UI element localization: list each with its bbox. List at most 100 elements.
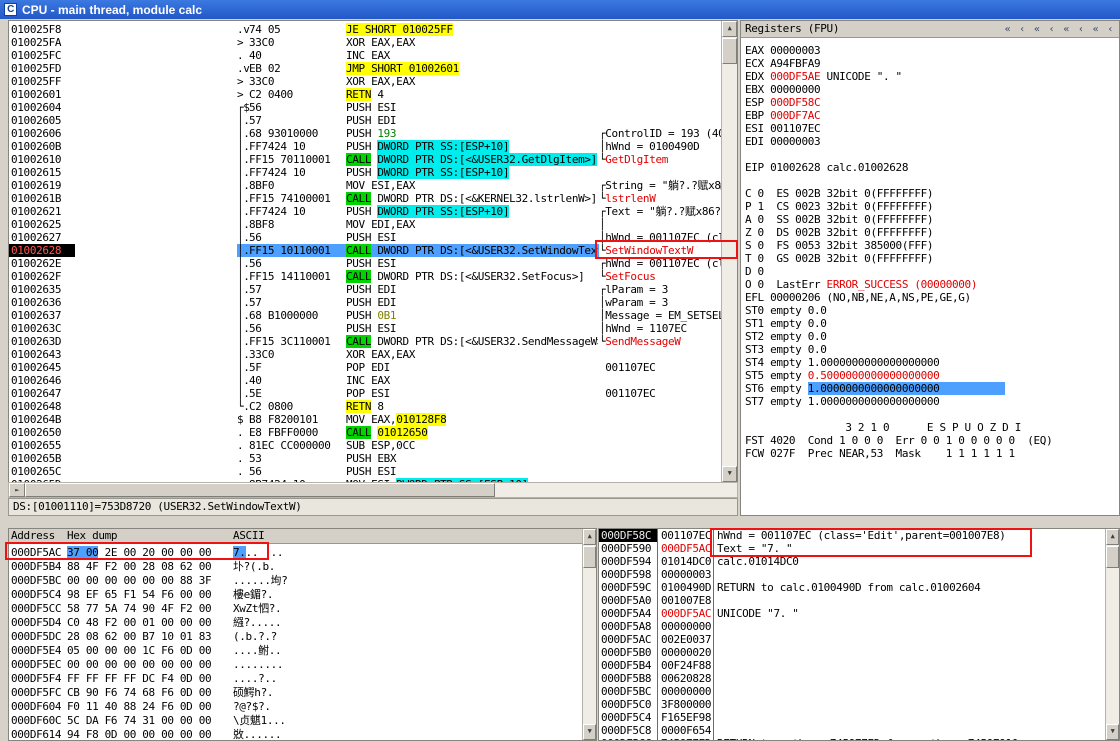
scroll-thumb[interactable] <box>722 38 737 64</box>
disasm-row[interactable]: 01002619 │. 8BF0 MOV ESI,EAX ┌String = "躺?.?… <box>9 179 721 192</box>
disasm-row[interactable]: 01002625 │. 8BF8 MOV EDI,EAX │ <box>9 218 721 231</box>
dump-row[interactable]: 000DF5CC 58 77 5A 74 90 4F F2 00 XwZt怬?. <box>9 602 582 616</box>
dump-row[interactable]: 000DF614 94 F8 0D 00 00 00 00 00 敚...... <box>9 728 582 740</box>
dump-row[interactable]: 000DF5BC 00 00 00 00 00 00 88 3F ......坸? <box>9 574 582 588</box>
scroll-down-button[interactable]: ▼ <box>583 724 596 740</box>
disasm-row[interactable]: 0100265C. 56 PUSH ESI <box>9 465 721 478</box>
stack-row[interactable]: 000DF5AC 002E0037 <box>599 633 1105 646</box>
register-row[interactable]: ST0 empty 0.0 <box>745 304 1117 317</box>
register-row[interactable]: FCW 027F Prec NEAR,53 Mask 1 1 1 1 1 1 <box>745 447 1117 460</box>
stack-row[interactable]: 000DF5B8 00620828 <box>599 672 1105 685</box>
register-row[interactable]: ESP 000DF58C <box>745 96 1117 109</box>
window-titlebar[interactable]: C CPU - main thread, module calc <box>0 0 1120 19</box>
disasm-row[interactable]: 010025FA >33C0 XOR EAX,EAX <box>9 36 721 49</box>
dump-row[interactable]: 000DF604 F0 11 40 88 24 F6 0D 00 ?@?$?. <box>9 700 582 714</box>
register-row[interactable]: D 0 <box>745 265 1117 278</box>
dump-row[interactable]: 000DF5F4 FF FF FF FF DC F4 0D 00....?.. <box>9 672 582 686</box>
stack-row[interactable]: 000DF590 000DF5AC Text = "7. " <box>599 542 1105 555</box>
dump-row[interactable]: 000DF5E4 05 00 00 00 1C F6 0D 00 ....鲋.. <box>9 644 582 658</box>
stack-row[interactable]: 000DF5BC 00000000 <box>599 685 1105 698</box>
disasm-row[interactable]: 01002645 │. 5F POP EDI 001107EC <box>9 361 721 374</box>
register-row[interactable]: 3 2 1 0 E S P U O Z D I <box>745 421 1117 434</box>
disasm-row[interactable]: 01002637 │. 68 B1000000 PUSH 0B1 │Message = … <box>9 309 721 322</box>
dump-vscrollbar[interactable]: ▲ ▼ <box>582 529 596 740</box>
register-row[interactable]: FST 4020 Cond 1 0 0 0 Err 0 0 1 0 0 0 0 … <box>745 434 1117 447</box>
stack-row[interactable]: 000DF5A4 000DF5AC UNICODE "7. " <box>599 607 1105 620</box>
dump-row[interactable]: 000DF5B4 88 4F F2 00 28 08 62 00 圤?(.b. <box>9 560 582 574</box>
disasm-row[interactable]: 010025FC. 40 INC EAX <box>9 49 721 62</box>
register-row[interactable] <box>745 148 1117 161</box>
disasm-row[interactable]: 010025FF >33C0 XOR EAX,EAX <box>9 75 721 88</box>
register-row[interactable]: C 0 ES 002B 32bit 0(FFFFFFFF) <box>745 187 1117 200</box>
scroll-right-button[interactable]: ► <box>9 483 25 497</box>
scroll-up-button[interactable]: ▲ <box>583 529 596 545</box>
scroll-thumb[interactable] <box>25 483 495 497</box>
disasm-row[interactable]: 01002628 │. FF15 10110001 CALL DWORD PTR DS… <box>9 244 721 257</box>
scroll-down-button[interactable]: ▼ <box>1106 724 1119 740</box>
disasm-row[interactable]: 0100261B │. FF15 74100001 CALL DWORD PTR DS… <box>9 192 721 205</box>
register-row[interactable]: ST7 empty 1.0000000000000000000 <box>745 395 1117 408</box>
disasm-vscrollbar[interactable]: ▲ ▼ <box>721 21 737 482</box>
disasm-hscrollbar[interactable]: ◄ ► <box>8 482 738 498</box>
disasm-row[interactable]: 01002604 ┌$ 56 PUSH ESI <box>9 101 721 114</box>
register-row[interactable]: ECX A94FBFA9 <box>745 57 1117 70</box>
register-row[interactable] <box>745 408 1117 421</box>
disasm-row[interactable]: 01002636 │. 57 PUSH EDI │wParam = 3 <box>9 296 721 309</box>
scroll-thumb[interactable] <box>583 546 596 568</box>
register-row[interactable]: S 0 FS 0053 32bit 385000(FFF) <box>745 239 1117 252</box>
register-row[interactable] <box>745 174 1117 187</box>
disasm-row[interactable]: 0100262E │. 56 PUSH ESI ┌hWnd = 001107EC (cl… <box>9 257 721 270</box>
disasm-row[interactable]: 01002605 │. 57 PUSH EDI <box>9 114 721 127</box>
disasm-row[interactable]: 01002635 │. 57 PUSH EDI ┌lParam = 3 <box>9 283 721 296</box>
register-row[interactable]: EFL 00000206 (NO,NB,NE,A,NS,PE,GE,G) <box>745 291 1117 304</box>
register-row[interactable]: T 0 GS 002B 32bit 0(FFFFFFFF) <box>745 252 1117 265</box>
dump-row[interactable]: 000DF5EC 00 00 00 00 00 00 00 00........ <box>9 658 582 672</box>
register-row[interactable]: EBX 00000000 <box>745 83 1117 96</box>
stack-row[interactable]: 000DF5CC 745977ED RETURN to uxtheme.745977… <box>599 737 1105 740</box>
register-row[interactable]: ST5 empty 0.5000000000000000000 <box>745 369 1117 382</box>
register-row[interactable]: O 0 LastErr ERROR_SUCCESS (00000000) <box>745 278 1117 291</box>
dump-row[interactable]: 000DF5D4 C0 48 F2 00 01 00 00 00 繦?..... <box>9 616 582 630</box>
register-row[interactable]: ST3 empty 0.0 <box>745 343 1117 356</box>
stack-row[interactable]: 000DF598 00000003 <box>599 568 1105 581</box>
disasm-row[interactable]: 01002627 │. 56 PUSH ESI │hWnd = 001107EC (cl… <box>9 231 721 244</box>
register-row[interactable]: ST2 empty 0.0 <box>745 330 1117 343</box>
disasm-row[interactable]: 0100263D │. FF15 3C110001 CALL DWORD PTR DS… <box>9 335 721 348</box>
register-row[interactable]: ST1 empty 0.0 <box>745 317 1117 330</box>
disasm-row[interactable]: 0100265B. 53 PUSH EBX <box>9 452 721 465</box>
register-row[interactable]: EBP 000DF7AC <box>745 109 1117 122</box>
scroll-up-button[interactable]: ▲ <box>722 21 737 37</box>
register-row[interactable]: ESI 001107EC <box>745 122 1117 135</box>
disasm-row[interactable]: 0100263C │. 56 PUSH ESI │hWnd = 1107EC <box>9 322 721 335</box>
register-row[interactable]: EDI 00000003 <box>745 135 1117 148</box>
disasm-row[interactable]: 01002601 > C2 0400 RETN 4 <box>9 88 721 101</box>
register-row[interactable]: P 1 CS 0023 32bit 0(FFFFFFFF) <box>745 200 1117 213</box>
stack-row[interactable]: 000DF5C4 F165EF98 <box>599 711 1105 724</box>
disasm-row[interactable]: 0100260B │. FF7424 10 PUSH DWORD PTR SS:[ES… <box>9 140 721 153</box>
dump-row[interactable]: 000DF5C4 98 EF 65 F1 54 F6 00 00 樓e鎇?. <box>9 588 582 602</box>
disasm-row[interactable]: 010025FD .v EB 02 JMP SHORT 01002601 <box>9 62 721 75</box>
stack-row[interactable]: 000DF5B4 00F24F88 <box>599 659 1105 672</box>
disasm-row[interactable]: 010025F8 .v 74 05 JE SHORT 010025FF <box>9 23 721 36</box>
scroll-up-button[interactable]: ▲ <box>1106 529 1119 545</box>
disasm-row[interactable]: 01002606 │. 68 93010000 PUSH 193 ┌ControlID … <box>9 127 721 140</box>
stack-row[interactable]: 000DF594 01014DC0 calc.01014DC0 <box>599 555 1105 568</box>
stack-row[interactable]: 000DF5A0 001007E8 <box>599 594 1105 607</box>
stack-row[interactable]: 000DF58C 001107EC hWnd = 001107EC (class='… <box>599 529 1105 542</box>
disasm-row[interactable]: 01002621 │. FF7424 10 PUSH DWORD PTR SS:[ES… <box>9 205 721 218</box>
stack-row[interactable]: 000DF5C8 0000F654 <box>599 724 1105 737</box>
disasm-row[interactable]: 01002643 │. 33C0 XOR EAX,EAX <box>9 348 721 361</box>
disasm-row[interactable]: 0100262F │. FF15 14110001 CALL DWORD PTR DS… <box>9 270 721 283</box>
register-row[interactable]: EIP 01002628 calc.01002628 <box>745 161 1117 174</box>
dump-row[interactable]: 000DF5DC 28 08 62 00 B7 10 01 83 (.b.?.? <box>9 630 582 644</box>
register-row[interactable]: ST6 empty 1.0000000000000000000 <box>745 382 1117 395</box>
stack-row[interactable]: 000DF5C0 3F800000 <box>599 698 1105 711</box>
disasm-row[interactable]: 01002615 │. FF7424 10 PUSH DWORD PTR SS:[ES… <box>9 166 721 179</box>
stack-row[interactable]: 000DF5B0 00000020 <box>599 646 1105 659</box>
scroll-down-button[interactable]: ▼ <box>722 466 737 482</box>
dump-row[interactable]: 000DF60C 5C DA F6 74 31 00 00 00 \贞魌1... <box>9 714 582 728</box>
disasm-row[interactable]: 01002647 │. 5E POP ESI 001107EC <box>9 387 721 400</box>
app-icon[interactable]: C <box>4 3 17 16</box>
register-row[interactable]: EAX 00000003 <box>745 44 1117 57</box>
register-row[interactable]: Z 0 DS 002B 32bit 0(FFFFFFFF) <box>745 226 1117 239</box>
